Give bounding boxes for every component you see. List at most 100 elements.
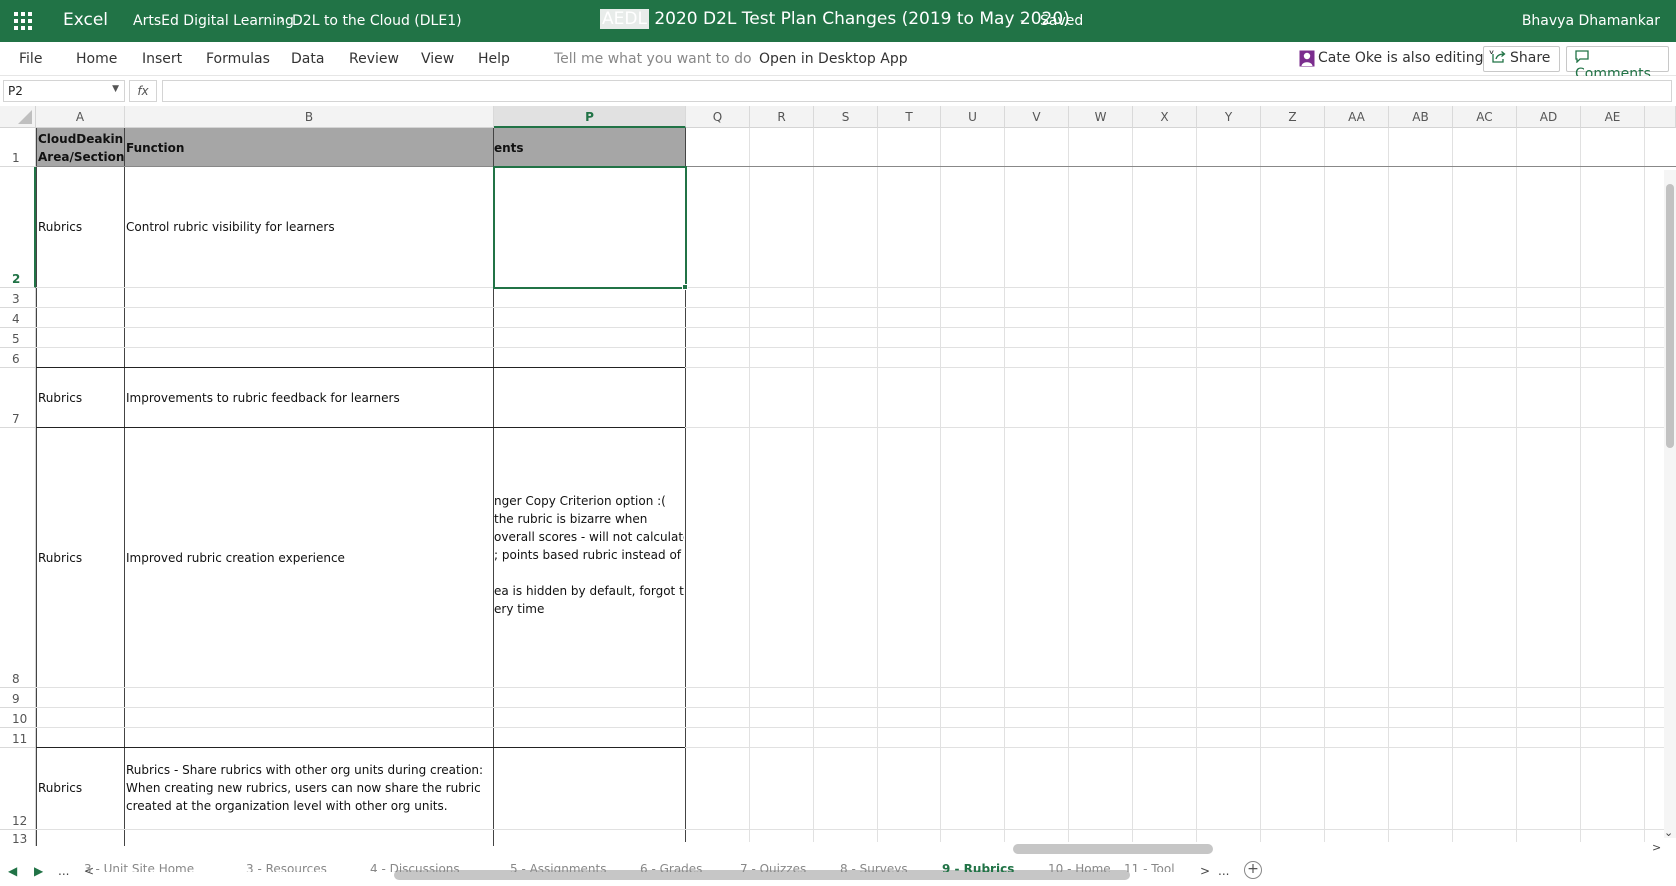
scroll-down-icon[interactable]: ⌄ <box>1664 826 1673 839</box>
row-header-8[interactable]: 8 <box>0 428 36 688</box>
column-header-q[interactable]: Q <box>686 106 750 128</box>
cell-p8-line: ; points based rubric instead of <box>494 548 682 562</box>
sheet-tab[interactable]: 4 - Discussions <box>370 862 480 872</box>
share-button[interactable]: Share <box>1483 46 1560 72</box>
cell-p8[interactable]: nger Copy Criterion option :( the rubric… <box>494 492 684 622</box>
row-header-3[interactable]: 3 <box>0 288 36 308</box>
sheet-tab[interactable]: 8 - Surveys <box>840 862 920 872</box>
document-title[interactable]: AEDL 2020 D2L Test Plan Changes (2019 to… <box>600 9 1070 29</box>
row-header-9[interactable]: 9 <box>0 688 36 708</box>
row-header-2[interactable]: 2 <box>0 167 36 288</box>
cell-p8-line: the rubric is bizarre when <box>494 512 648 526</box>
column-header-u[interactable]: U <box>941 106 1005 128</box>
column-header-ae[interactable]: AE <box>1581 106 1645 128</box>
sheet-tab[interactable]: 3 - Resources <box>246 862 346 872</box>
column-header-p[interactable]: P <box>494 106 686 128</box>
tab-help[interactable]: Help <box>478 51 510 67</box>
header-cell-function[interactable]: Function <box>126 139 184 157</box>
insert-function-button[interactable]: fx <box>129 80 157 102</box>
cell-a7[interactable]: Rubrics <box>38 389 82 407</box>
cell-b2[interactable]: Control rubric visibility for learners <box>126 218 335 236</box>
column-header-ab[interactable]: AB <box>1389 106 1453 128</box>
add-sheet-button[interactable]: + <box>1244 861 1262 879</box>
tab-view[interactable]: View <box>421 51 454 67</box>
sheet-tab[interactable]: 11 - Tools <box>1124 862 1174 872</box>
select-all-corner[interactable] <box>0 106 36 128</box>
row-header-13[interactable]: 13 <box>0 830 36 846</box>
save-status: Saved <box>1040 13 1084 29</box>
cell-b8[interactable]: Improved rubric creation experience <box>126 549 345 567</box>
sheet-tab[interactable]: 3 - Unit Site Home <box>84 862 224 872</box>
header-cell-area[interactable]: CloudDeakin Area/Section <box>38 130 124 166</box>
row-header-1[interactable]: 1 <box>0 128 36 167</box>
prev-sheet-icon[interactable]: ◀ <box>8 864 17 878</box>
user-name[interactable]: Bhavya Dhamankar <box>1522 13 1660 29</box>
column-header-s[interactable]: S <box>814 106 878 128</box>
tab-home[interactable]: Home <box>76 51 117 67</box>
row-header-5[interactable]: 5 <box>0 328 36 348</box>
cell-b12-line[interactable]: Rubrics - Share rubrics with other org u… <box>126 761 483 779</box>
name-box[interactable]: P2 ▼ <box>3 80 125 102</box>
formula-input[interactable] <box>162 80 1672 102</box>
horizontal-scroll-thumb[interactable] <box>1013 844 1213 854</box>
selected-cell-p2[interactable] <box>493 166 687 289</box>
header-cell-comments[interactable]: ents <box>494 139 524 157</box>
tab-data[interactable]: Data <box>291 51 324 67</box>
row-header-10[interactable]: 10 <box>0 708 36 728</box>
next-sheet-icon[interactable]: ▶ <box>34 864 43 878</box>
cell-a8[interactable]: Rubrics <box>38 549 82 567</box>
column-header-af[interactable] <box>1645 106 1676 128</box>
cell-b12-line[interactable]: created at the organization level with o… <box>126 797 448 815</box>
column-header-a[interactable]: A <box>36 106 125 128</box>
scroll-right-icon[interactable]: > <box>1652 841 1661 854</box>
column-header-w[interactable]: W <box>1069 106 1133 128</box>
vertical-scrollbar[interactable] <box>1664 170 1676 838</box>
cell-b12-line[interactable]: When creating new rubrics, users can now… <box>126 779 481 797</box>
vertical-scroll-thumb[interactable] <box>1666 184 1674 448</box>
row-header-12[interactable]: 12 <box>0 748 36 830</box>
column-header-x[interactable]: X <box>1133 106 1197 128</box>
cell-a2[interactable]: Rubrics <box>38 218 82 236</box>
sheet-tab[interactable]: 7 - Quizzes <box>740 862 820 872</box>
app-launcher-icon[interactable] <box>14 12 34 30</box>
row-header-7[interactable]: 7 <box>0 368 36 428</box>
tab-formulas[interactable]: Formulas <box>206 51 270 67</box>
column-header-aa[interactable]: AA <box>1325 106 1389 128</box>
row-header-6[interactable]: 6 <box>0 348 36 368</box>
tell-me-search[interactable]: Tell me what you want to do <box>554 51 752 67</box>
title-bar: Excel ArtsEd Digital Learning › D2L to t… <box>0 0 1676 42</box>
row-header-4[interactable]: 4 <box>0 308 36 328</box>
row-header-11[interactable]: 11 <box>0 728 36 748</box>
breadcrumb-folder[interactable]: ArtsEd Digital Learning <box>133 13 294 29</box>
column-header-r[interactable]: R <box>750 106 814 128</box>
cell-a12[interactable]: Rubrics <box>38 779 82 797</box>
formula-bar: P2 ▼ fx <box>0 76 1676 104</box>
coauthor-status[interactable]: Cate Oke is also editing ˅ <box>1318 50 1495 66</box>
app-name[interactable]: Excel <box>63 10 108 30</box>
sheet-tab-active[interactable]: 9 - Rubrics <box>942 862 1022 872</box>
sheet-overflow-left[interactable]: ... <box>58 864 69 878</box>
breadcrumb-subfolder[interactable]: D2L to the Cloud (DLE1) <box>292 13 462 29</box>
cell-b7[interactable]: Improvements to rubric feedback for lear… <box>126 389 400 407</box>
open-in-desktop-button[interactable]: Open in Desktop App <box>759 51 908 67</box>
column-header-ac[interactable]: AC <box>1453 106 1517 128</box>
column-header-ad[interactable]: AD <box>1517 106 1581 128</box>
column-header-y[interactable]: Y <box>1197 106 1261 128</box>
column-header-z[interactable]: Z <box>1261 106 1325 128</box>
column-header-v[interactable]: V <box>1005 106 1069 128</box>
column-header-b[interactable]: B <box>125 106 494 128</box>
cell-p8-line: ea is hidden by default, forgot to <box>494 584 684 598</box>
comment-icon <box>1575 50 1589 64</box>
comments-button[interactable]: Comments <box>1566 46 1669 82</box>
sheet-tab[interactable]: 6 - Grades <box>640 862 720 872</box>
fill-handle[interactable] <box>682 284 688 290</box>
tab-file[interactable]: File <box>19 51 42 67</box>
sheet-tab[interactable]: 10 - Home <box>1048 862 1118 872</box>
sheet-tab[interactable]: 5 - Assignments <box>510 862 620 872</box>
horizontal-scrollbar[interactable] <box>496 842 1646 856</box>
tab-review[interactable]: Review <box>349 51 399 67</box>
tab-insert[interactable]: Insert <box>142 51 182 67</box>
sheet-overflow-right[interactable]: ... <box>1218 864 1229 878</box>
column-header-t[interactable]: T <box>878 106 941 128</box>
chevron-right-icon[interactable]: > <box>1200 864 1210 878</box>
